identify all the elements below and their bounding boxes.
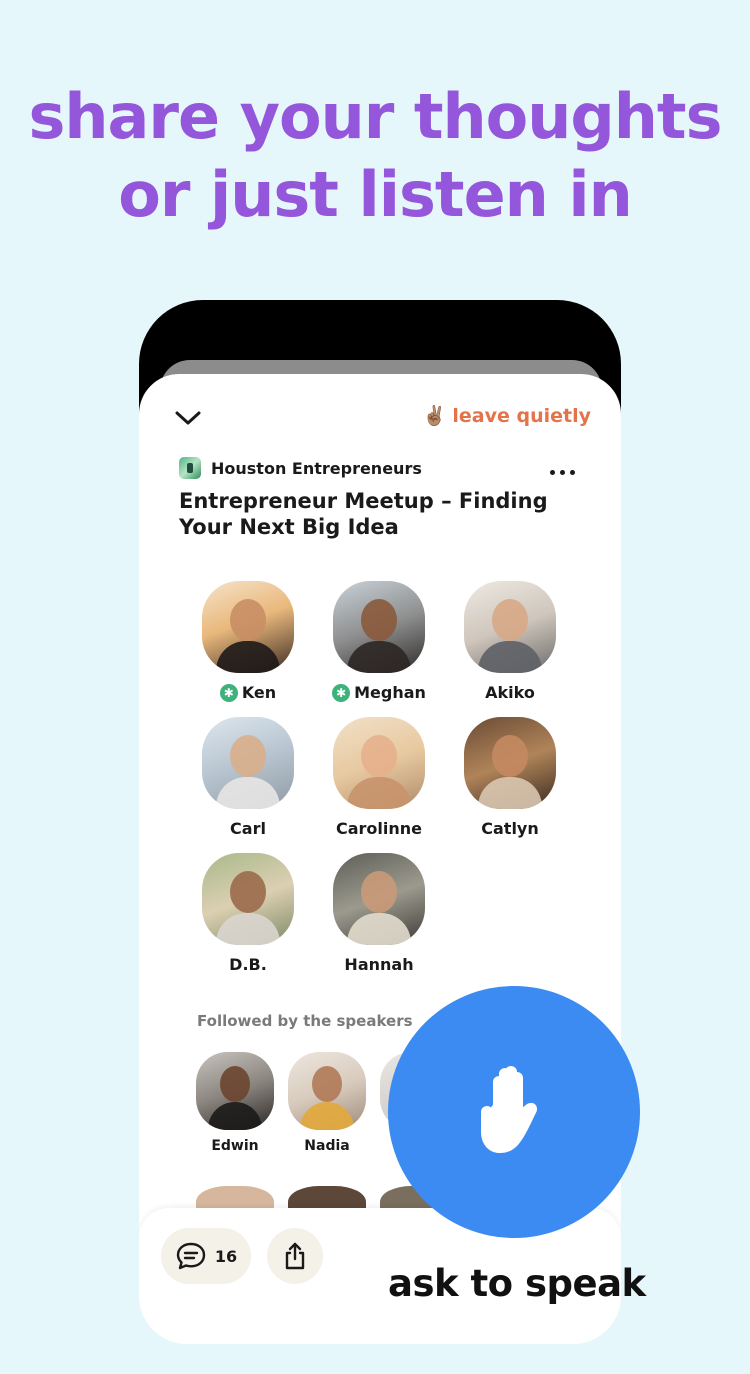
share-button[interactable]	[267, 1228, 323, 1284]
speaker-name: D.B.	[229, 955, 267, 974]
avatar	[196, 1052, 274, 1130]
speaker-name: Carolinne	[335, 819, 423, 838]
room-title: Entrepreneur Meetup – Finding Your Next …	[179, 489, 548, 539]
raise-hand-icon	[481, 1066, 537, 1153]
speaker-tile[interactable]: Carolinne	[319, 717, 439, 838]
chevron-down-icon[interactable]	[173, 408, 203, 428]
listener-name: Nadia	[304, 1138, 350, 1154]
moderator-badge-icon: ✱	[219, 683, 238, 702]
headline-line-2: or just listen in	[118, 158, 632, 231]
avatar	[464, 717, 556, 809]
speaker-tile[interactable]: Carl	[188, 717, 308, 838]
chat-bubble-icon	[176, 1242, 206, 1270]
speaker-tile[interactable]: Akiko	[450, 581, 570, 702]
more-dots-icon[interactable]	[550, 470, 575, 475]
speaker-name: Akiko	[485, 683, 535, 702]
moderator-badge-icon: ✱	[332, 683, 351, 702]
avatar	[202, 853, 294, 945]
chat-button[interactable]: 16	[161, 1228, 251, 1284]
peace-hand-icon: ✌🏽	[422, 405, 447, 427]
club-name: Houston Entrepreneurs	[211, 458, 422, 478]
listener-name: Edwin	[211, 1138, 259, 1154]
avatar	[333, 581, 425, 673]
leave-quietly-button[interactable]: ✌🏽 leave quietly	[422, 404, 591, 428]
listener-tile[interactable]: Edwin	[189, 1052, 281, 1154]
speaker-tile[interactable]: Catlyn	[450, 717, 570, 838]
avatar	[333, 717, 425, 809]
speaker-tile[interactable]: Hannah	[319, 853, 439, 974]
avatar	[202, 717, 294, 809]
club-logo-icon	[179, 457, 201, 479]
raise-hand-button[interactable]	[388, 986, 640, 1238]
ask-to-speak-label: ask to speak	[388, 1262, 646, 1305]
followed-by-speakers-label: Followed by the speakers	[197, 1012, 413, 1030]
speaker-name: Ken	[241, 683, 277, 702]
speaker-name: Meghan	[354, 683, 426, 702]
speaker-tile[interactable]: D.B.	[188, 853, 308, 974]
avatar	[288, 1052, 366, 1130]
avatar	[333, 853, 425, 945]
speaker-name: Catlyn	[481, 819, 539, 838]
promo-headline: share your thoughts or just listen in	[0, 78, 750, 234]
avatar	[464, 581, 556, 673]
speaker-tile[interactable]: ✱ Meghan	[319, 581, 439, 702]
listener-tile[interactable]: Nadia	[281, 1052, 373, 1154]
speaker-tile[interactable]: ✱ Ken	[188, 581, 308, 702]
share-icon	[285, 1242, 305, 1270]
speaker-name: Carl	[230, 819, 266, 838]
chat-count: 16	[214, 1246, 238, 1266]
avatar	[202, 581, 294, 673]
club-link[interactable]: Houston Entrepreneurs	[179, 457, 422, 479]
leave-quietly-label: leave quietly	[452, 404, 591, 427]
headline-line-1: share your thoughts	[28, 80, 723, 153]
speaker-name: Hannah	[344, 955, 414, 974]
